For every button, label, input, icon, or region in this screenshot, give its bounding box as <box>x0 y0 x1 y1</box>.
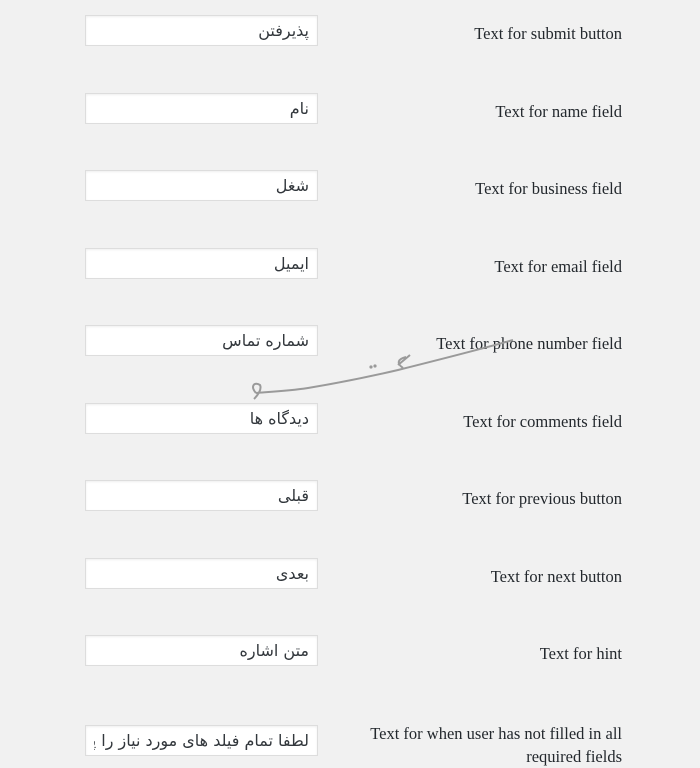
previous-button-text-label: Text for previous button <box>462 489 622 508</box>
form-row-next-button: Text for next button <box>0 558 700 592</box>
next-button-text-field[interactable] <box>85 558 318 589</box>
hint-text-label: Text for hint <box>539 644 622 663</box>
previous-button-text-input[interactable] <box>86 481 317 510</box>
comments-field-text-field[interactable] <box>85 403 318 434</box>
required-fields-text-label: Text for when user has not filled in all… <box>370 724 622 766</box>
form-row-name-field: Text for name field <box>0 93 700 127</box>
watermark-dot <box>369 365 373 369</box>
submit-button-text-label: Text for submit button <box>474 24 622 43</box>
email-field-text-input[interactable] <box>86 249 317 278</box>
name-field-text-label: Text for name field <box>495 102 622 121</box>
business-field-text-input[interactable] <box>86 171 317 200</box>
comments-field-text-label: Text for comments field <box>463 412 622 431</box>
business-field-text-field[interactable] <box>85 170 318 201</box>
email-field-text-label: Text for email field <box>494 257 622 276</box>
name-field-text-input[interactable] <box>86 94 317 123</box>
form-row-phone-field: Text for phone number field <box>0 325 700 359</box>
next-button-text-input[interactable] <box>86 559 317 588</box>
form-row-required-fields: Text for when user has not filled in all… <box>0 724 700 766</box>
phone-field-text-label: Text for phone number field <box>436 334 622 353</box>
form-row-hint: Text for hint <box>0 635 700 669</box>
business-field-text-label: Text for business field <box>475 179 622 198</box>
form-row-email-field: Text for email field <box>0 248 700 282</box>
next-button-text-label: Text for next button <box>490 567 622 586</box>
hint-text-input[interactable] <box>86 636 317 665</box>
previous-button-text-field[interactable] <box>85 480 318 511</box>
hint-text-field[interactable] <box>85 635 318 666</box>
name-field-text-field[interactable] <box>85 93 318 124</box>
watermark-loop <box>252 382 262 400</box>
required-fields-text-field[interactable] <box>85 725 318 756</box>
submit-button-text-input[interactable] <box>86 16 317 45</box>
phone-field-text-field[interactable] <box>85 325 318 356</box>
form-row-previous-button: Text for previous button <box>0 480 700 514</box>
comments-field-text-input[interactable] <box>86 404 317 433</box>
form-row-business-field: Text for business field <box>0 170 700 204</box>
form-row-comments-field: Text for comments field <box>0 403 700 437</box>
email-field-text-field[interactable] <box>85 248 318 279</box>
phone-field-text-input[interactable] <box>86 326 317 355</box>
form-row-submit-button: Text for submit button <box>0 15 700 49</box>
submit-button-text-field[interactable] <box>85 15 318 46</box>
watermark-dot <box>373 364 377 368</box>
